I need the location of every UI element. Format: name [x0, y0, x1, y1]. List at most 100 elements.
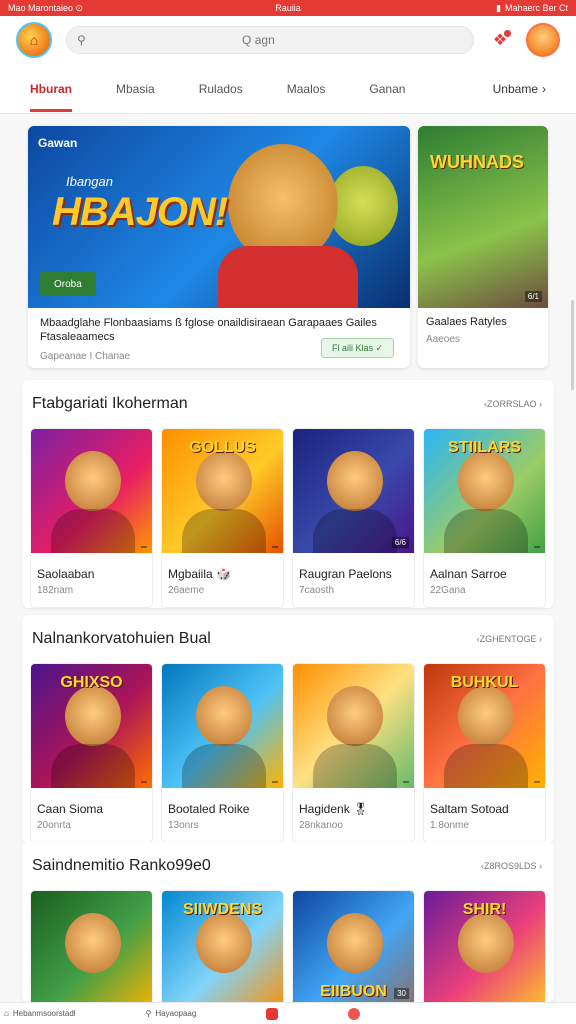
game-card[interactable]: SHIR!: [423, 890, 546, 1002]
scrollbar[interactable]: [571, 300, 574, 390]
thumbnail-count: [272, 781, 278, 783]
tab-4[interactable]: Ganan: [369, 64, 405, 114]
game-thumbnail: GOLLUS: [162, 429, 283, 553]
thumbnail-title: SIIWDENS: [182, 901, 263, 918]
thumbnail-count: 30: [394, 988, 409, 999]
section-title: Ftabgariati Ikoherman: [32, 395, 188, 412]
character-figure: [327, 913, 383, 973]
featured-play-button[interactable]: Oroba: [40, 272, 96, 296]
character-figure: [458, 913, 514, 973]
thumbnail-count: [403, 781, 409, 783]
side-feature-name: Gaalaes Ratyles: [426, 316, 507, 328]
tab-3[interactable]: Maalos: [287, 64, 326, 114]
bottom-item-4[interactable]: [348, 1007, 361, 1020]
game-card[interactable]: Bootaled Roike 13onrs: [161, 663, 284, 843]
status-center: Rauiia: [275, 3, 301, 13]
bear-figure-right: [328, 166, 398, 246]
game-thumbnail: EIIBUON 30: [293, 891, 414, 1002]
character-figure: [458, 686, 514, 746]
thumbnail-count: [534, 546, 540, 548]
section-1: Nalnankorvatohuien Bual ‹ZGHENTOGE › GHI…: [22, 615, 554, 843]
tab-bar: Hburan Mbasia Rulados Maalos Ganan Unbam…: [0, 64, 576, 114]
game-card[interactable]: SIIWDENS: [161, 890, 284, 1002]
section-title: Saindnemitio Ranko99e0: [32, 857, 211, 874]
game-thumbnail: SHIR!: [424, 891, 545, 1002]
game-name: Caan Sioma: [37, 802, 104, 816]
section-header: Nalnankorvatohuien Bual ‹ZGHENTOGE ›: [22, 615, 554, 663]
game-meta: 182nam: [37, 585, 74, 596]
tab-1[interactable]: Mbasia: [116, 64, 155, 114]
chevron-right-icon: ›: [542, 81, 546, 96]
search-placeholder: Q agn: [242, 33, 275, 47]
featured-badge[interactable]: Fl aili Klas ✓: [320, 338, 394, 358]
featured-card[interactable]: Gawan Ibangan HBAJON! Oroba Mbaadglahe F…: [28, 126, 410, 368]
game-card[interactable]: EIIBUON 30: [292, 890, 415, 1002]
search-icon: ⚲: [145, 1009, 152, 1018]
tab-more[interactable]: Unbame ›: [493, 82, 546, 96]
gift-icon[interactable]: ❖: [488, 28, 512, 52]
thumbnail-count: 6/6: [391, 537, 409, 548]
featured-title: HBAJON!: [52, 190, 228, 234]
section-header: Saindnemitio Ranko99e0 ‹Z8ROS9LDS ›: [22, 842, 554, 890]
game-meta: 7caosth: [299, 585, 335, 596]
game-card[interactable]: GOLLUS Mgbaiila 🎲 26aeme: [161, 428, 284, 608]
game-thumbnail: GHIXSO: [31, 664, 152, 788]
game-meta: 22Gana: [430, 585, 466, 596]
status-right-text: Mahaerc Ber Ct: [504, 3, 568, 13]
game-card[interactable]: STIILARS Aalnan Sarroe 22Gana: [423, 428, 546, 608]
thumbnail-count: [141, 546, 147, 548]
game-card[interactable]: Hagidenk 🎖 28nkanoo: [292, 663, 415, 843]
side-feature-logo: WUHNADS: [430, 152, 524, 172]
search-field[interactable]: ⚲ Q agn: [66, 26, 474, 54]
game-card[interactable]: 6/6 Raugran Paelons 7caosth: [292, 428, 415, 608]
game-thumbnail: BUHKUL: [424, 664, 545, 788]
character-body: [444, 509, 528, 553]
character-figure: [65, 913, 121, 973]
character-figure: [196, 913, 252, 973]
bottom-item-1[interactable]: ⌂ Hebanmsoorstadl: [4, 1009, 76, 1018]
card-row: SIIWDENS EIIBUON 30 SHIR!: [22, 890, 554, 1002]
character-body: [444, 744, 528, 788]
side-feature-meta: Aaeoes: [426, 334, 460, 345]
section-more-link[interactable]: ‹ZORRSLAO ›: [484, 399, 542, 409]
tab-more-label: Unbame: [492, 81, 538, 96]
game-card[interactable]: BUHKUL Saltam Sotoad 1.8onme: [423, 663, 546, 843]
character-body: [182, 509, 266, 553]
thumbnail-count: [272, 546, 278, 548]
thumbnail-count: [141, 781, 147, 783]
section-more-link[interactable]: ‹Z8ROS9LDS ›: [481, 861, 542, 871]
game-name: Aalnan Sarroe: [430, 567, 507, 581]
bear-shirt: [218, 246, 358, 308]
avatar[interactable]: [526, 23, 560, 57]
thumbnail-title: SHIR!: [462, 901, 507, 918]
game-card[interactable]: [30, 890, 153, 1002]
search-icon: ⚲: [77, 33, 86, 47]
game-name: Bootaled Roike: [168, 802, 250, 816]
character-body: [313, 509, 397, 553]
character-figure: [327, 451, 383, 511]
top-bar: ⌂ ⚲ Q agn ❖: [0, 16, 576, 64]
section-more-link[interactable]: ‹ZGHENTOGE ›: [477, 634, 542, 644]
side-feature-card[interactable]: WUHNADS 6/1 Gaalaes Ratyles Aaeoes: [418, 126, 548, 368]
section-header: Ftabgariati Ikoherman ‹ZORRSLAO ›: [22, 380, 554, 428]
featured-subtitle: Ibangan: [66, 174, 113, 189]
battery-icon: ▮: [496, 2, 501, 13]
game-card[interactable]: Saolaaban 182nam: [30, 428, 153, 608]
game-meta: 13onrs: [168, 820, 199, 831]
tab-2[interactable]: Rulados: [199, 64, 243, 114]
side-feature-body: Gaalaes Ratyles Aaeoes: [418, 308, 548, 353]
profile-icon: [348, 1007, 361, 1020]
featured-image: Gawan Ibangan HBAJON! Oroba: [28, 126, 410, 308]
game-card[interactable]: GHIXSO Caan Sioma 20onrta: [30, 663, 153, 843]
side-feature-image: WUHNADS 6/1: [418, 126, 548, 308]
tab-0[interactable]: Hburan: [30, 64, 72, 114]
thumbnail-title: BUHKUL: [450, 674, 519, 691]
bottom-bar: ⌂ Hebanmsoorstadl ⚲ Hayaopaag: [0, 1002, 576, 1024]
app-logo[interactable]: ⌂: [16, 22, 52, 58]
game-meta: 28nkanoo: [299, 820, 343, 831]
character-figure: [196, 686, 252, 746]
game-thumbnail: 6/6: [293, 429, 414, 553]
bottom-item-2[interactable]: ⚲ Hayaopaag: [146, 1009, 197, 1018]
game-name: Raugran Paelons: [299, 567, 392, 581]
bottom-item-3[interactable]: [266, 1007, 279, 1020]
